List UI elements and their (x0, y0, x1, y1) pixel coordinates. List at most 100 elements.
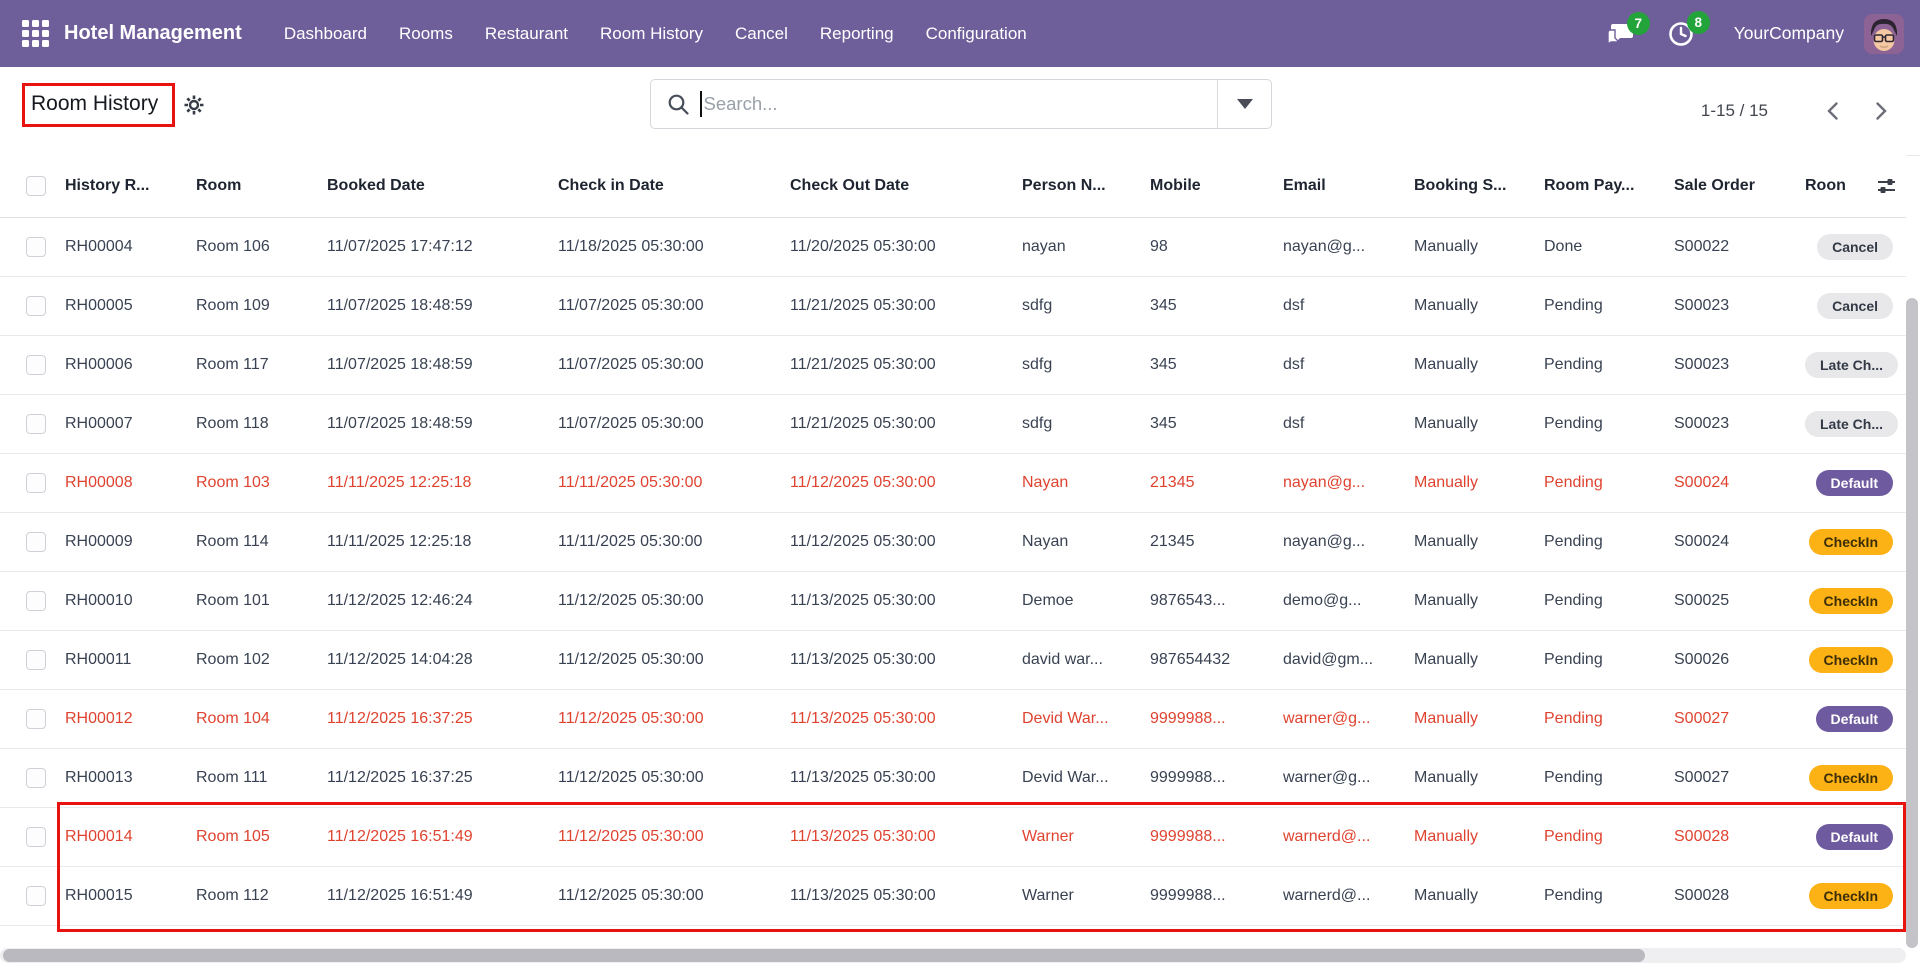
table-row[interactable]: RH00008Room 10311/11/2025 12:25:1811/11/… (0, 454, 1906, 513)
row-checkbox[interactable] (26, 473, 46, 493)
row-checkbox[interactable] (26, 591, 46, 611)
cell-mobile: 9876543... (1142, 572, 1275, 631)
column-header-sale-order[interactable]: Sale Order (1666, 155, 1797, 218)
cell-room: Room 101 (188, 572, 319, 631)
cell-checkbox (0, 218, 57, 277)
cell-booked: 11/12/2025 16:51:49 (319, 867, 550, 926)
horizontal-scrollbar-thumb[interactable] (3, 949, 1645, 962)
messages-count-badge: 7 (1627, 12, 1650, 35)
cell-person: Devid War... (1014, 690, 1142, 749)
row-checkbox[interactable] (26, 886, 46, 906)
column-header-checkin-date[interactable]: Check in Date (550, 155, 782, 218)
menu-item-room-history[interactable]: Room History (584, 14, 719, 54)
menu-item-restaurant[interactable]: Restaurant (469, 14, 584, 54)
cell-checkout: 11/13/2025 05:30:00 (782, 808, 1014, 867)
column-header-room[interactable]: Room (188, 155, 319, 218)
cell-checkout: 11/12/2025 05:30:00 (782, 513, 1014, 572)
cell-history: RH00004 (57, 218, 188, 277)
vertical-scrollbar[interactable] (1906, 298, 1918, 948)
row-checkbox[interactable] (26, 827, 46, 847)
cell-room-status: Cancel (1797, 277, 1906, 336)
row-checkbox[interactable] (26, 768, 46, 788)
user-avatar[interactable] (1864, 14, 1904, 54)
column-header-booking-source[interactable]: Booking S... (1406, 155, 1536, 218)
cell-mobile: 345 (1142, 336, 1275, 395)
cell-booking: Manually (1406, 572, 1536, 631)
table-row[interactable]: RH00009Room 11411/11/2025 12:25:1811/11/… (0, 513, 1906, 572)
room-status-badge: CheckIn (1809, 883, 1893, 909)
cell-email: warner@g... (1275, 749, 1406, 808)
select-all-checkbox[interactable] (26, 176, 46, 196)
row-checkbox[interactable] (26, 650, 46, 670)
company-switcher[interactable]: YourCompany (1734, 23, 1844, 44)
row-checkbox[interactable] (26, 296, 46, 316)
cell-sale: S00026 (1666, 631, 1797, 690)
search-options-toggle[interactable] (1217, 80, 1271, 128)
messages-button[interactable]: 7 (1607, 22, 1634, 46)
column-header-history[interactable]: History R... (57, 155, 188, 218)
cell-checkin: 11/12/2025 05:30:00 (550, 690, 782, 749)
table-row[interactable]: RH00006Room 11711/07/2025 18:48:5911/07/… (0, 336, 1906, 395)
cell-email: nayan@g... (1275, 454, 1406, 513)
cell-booking: Manually (1406, 454, 1536, 513)
view-settings-button[interactable] (183, 94, 205, 116)
activities-button[interactable]: 8 (1668, 21, 1694, 47)
activities-count-badge: 8 (1687, 11, 1710, 34)
cell-checkin: 11/11/2025 05:30:00 (550, 513, 782, 572)
cell-room-status: Default (1797, 808, 1906, 867)
table-row[interactable]: RH00015Room 11211/12/2025 16:51:4911/12/… (0, 867, 1906, 926)
row-checkbox[interactable] (26, 532, 46, 552)
menu-item-dashboard[interactable]: Dashboard (268, 14, 383, 54)
cell-booked: 11/07/2025 18:48:59 (319, 336, 550, 395)
table-row[interactable]: RH00007Room 11811/07/2025 18:48:5911/07/… (0, 395, 1906, 454)
table-row[interactable]: RH00013Room 11111/12/2025 16:37:2511/12/… (0, 749, 1906, 808)
search-input[interactable]: Search... (651, 80, 1217, 128)
row-checkbox[interactable] (26, 414, 46, 434)
column-header-room-payment[interactable]: Room Pay... (1536, 155, 1666, 218)
column-header-checkout-date[interactable]: Check Out Date (782, 155, 1014, 218)
pager-next-button[interactable] (1864, 94, 1898, 128)
cell-email: warnerd@... (1275, 808, 1406, 867)
pager-previous-button[interactable] (1816, 94, 1850, 128)
menu-item-cancel[interactable]: Cancel (719, 14, 804, 54)
cell-email: dsf (1275, 336, 1406, 395)
cell-sale: S00023 (1666, 277, 1797, 336)
cell-person: Warner (1014, 808, 1142, 867)
cell-room: Room 118 (188, 395, 319, 454)
search-placeholder: Search... (704, 93, 778, 115)
cell-payment: Pending (1536, 395, 1666, 454)
chevron-right-icon (1871, 100, 1891, 122)
row-checkbox[interactable] (26, 709, 46, 729)
menu-item-rooms[interactable]: Rooms (383, 14, 469, 54)
control-panel: Room History Search... 1-15 / 15 (0, 67, 1920, 156)
column-header-booked-date[interactable]: Booked Date (319, 155, 550, 218)
row-checkbox[interactable] (26, 237, 46, 257)
cell-sale: S00028 (1666, 867, 1797, 926)
table-row[interactable]: RH00011Room 10211/12/2025 14:04:2811/12/… (0, 631, 1906, 690)
column-header-person-name[interactable]: Person N... (1014, 155, 1142, 218)
apps-grid-icon[interactable] (22, 20, 49, 47)
cell-email: nayan@g... (1275, 218, 1406, 277)
column-header-room-status[interactable]: Roon (1797, 155, 1906, 218)
menu-item-reporting[interactable]: Reporting (804, 14, 910, 54)
table-row[interactable]: RH00010Room 10111/12/2025 12:46:2411/12/… (0, 572, 1906, 631)
menu-item-configuration[interactable]: Configuration (910, 14, 1043, 54)
room-status-badge: CheckIn (1809, 529, 1893, 555)
cell-sale: S00024 (1666, 513, 1797, 572)
horizontal-scrollbar-track[interactable] (0, 948, 1906, 963)
table-row[interactable]: RH00005Room 10911/07/2025 18:48:5911/07/… (0, 277, 1906, 336)
optional-columns-button[interactable] (1877, 178, 1896, 195)
cell-room: Room 117 (188, 336, 319, 395)
table-row[interactable]: RH00004Room 10611/07/2025 17:47:1211/18/… (0, 218, 1906, 277)
table-row[interactable]: RH00012Room 10411/12/2025 16:37:2511/12/… (0, 690, 1906, 749)
cell-payment: Pending (1536, 336, 1666, 395)
column-header-mobile[interactable]: Mobile (1142, 155, 1275, 218)
cell-person: sdfg (1014, 395, 1142, 454)
app-title[interactable]: Hotel Management (64, 22, 242, 45)
column-header-email[interactable]: Email (1275, 155, 1406, 218)
pager-range: 1-15 / 15 (1701, 101, 1768, 121)
row-checkbox[interactable] (26, 355, 46, 375)
cell-email: david@gm... (1275, 631, 1406, 690)
table-row[interactable]: RH00014Room 10511/12/2025 16:51:4911/12/… (0, 808, 1906, 867)
cell-person: sdfg (1014, 336, 1142, 395)
